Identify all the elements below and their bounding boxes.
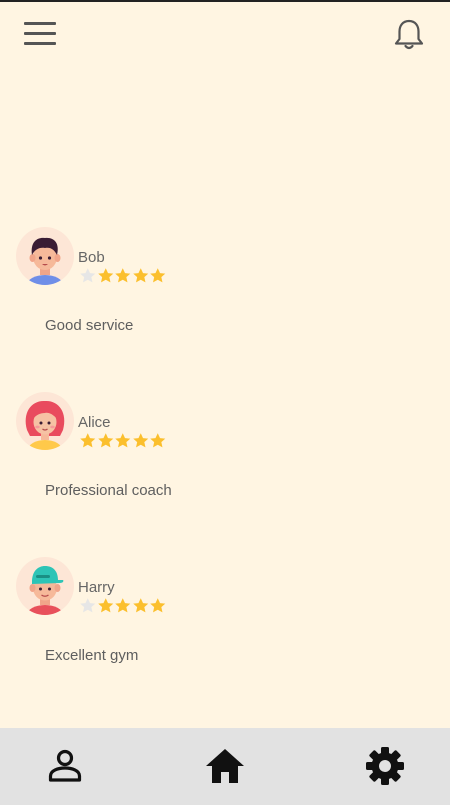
star-filled-icon [97,598,113,613]
star-filled-icon [132,598,148,613]
star-filled-icon [150,598,166,613]
star-rating [79,267,167,285]
reviewer-name: Bob [78,249,105,266]
reviewer-name: Alice [78,414,111,431]
bell-icon [394,19,424,50]
notification-button[interactable] [391,17,427,53]
review-card: Bob Good service [0,227,450,347]
review-comment: Excellent gym [45,647,139,664]
girl-avatar [16,392,74,450]
review-card: Harry Excellent gym [0,557,450,677]
menu-button[interactable] [24,22,58,48]
nav-settings-button[interactable] [365,746,405,786]
star-filled-icon [115,268,131,283]
boy-avatar [16,227,74,285]
nav-profile-button[interactable] [45,746,85,786]
star-empty-icon [80,268,96,283]
star-filled-icon [150,433,166,448]
star-filled-icon [97,433,113,448]
star-filled-icon [97,268,113,283]
star-filled-icon [132,433,148,448]
gear-icon [366,747,404,785]
star-filled-icon [115,598,131,613]
person-icon [48,749,82,782]
reviewer-name: Harry [78,579,115,596]
review-card: Alice Professional coach [0,392,450,512]
review-comment: Professional coach [45,482,172,499]
star-filled-icon [115,433,131,448]
star-filled-icon [150,268,166,283]
bottom-navigation [0,728,450,805]
star-rating [79,432,167,450]
cap-boy-avatar [16,557,74,615]
star-empty-icon [80,598,96,613]
review-comment: Good service [45,317,134,334]
star-filled-icon [80,433,96,448]
star-filled-icon [132,268,148,283]
nav-home-button[interactable] [205,746,245,786]
top-border [0,0,450,2]
home-icon [206,749,244,783]
star-rating [79,597,167,615]
